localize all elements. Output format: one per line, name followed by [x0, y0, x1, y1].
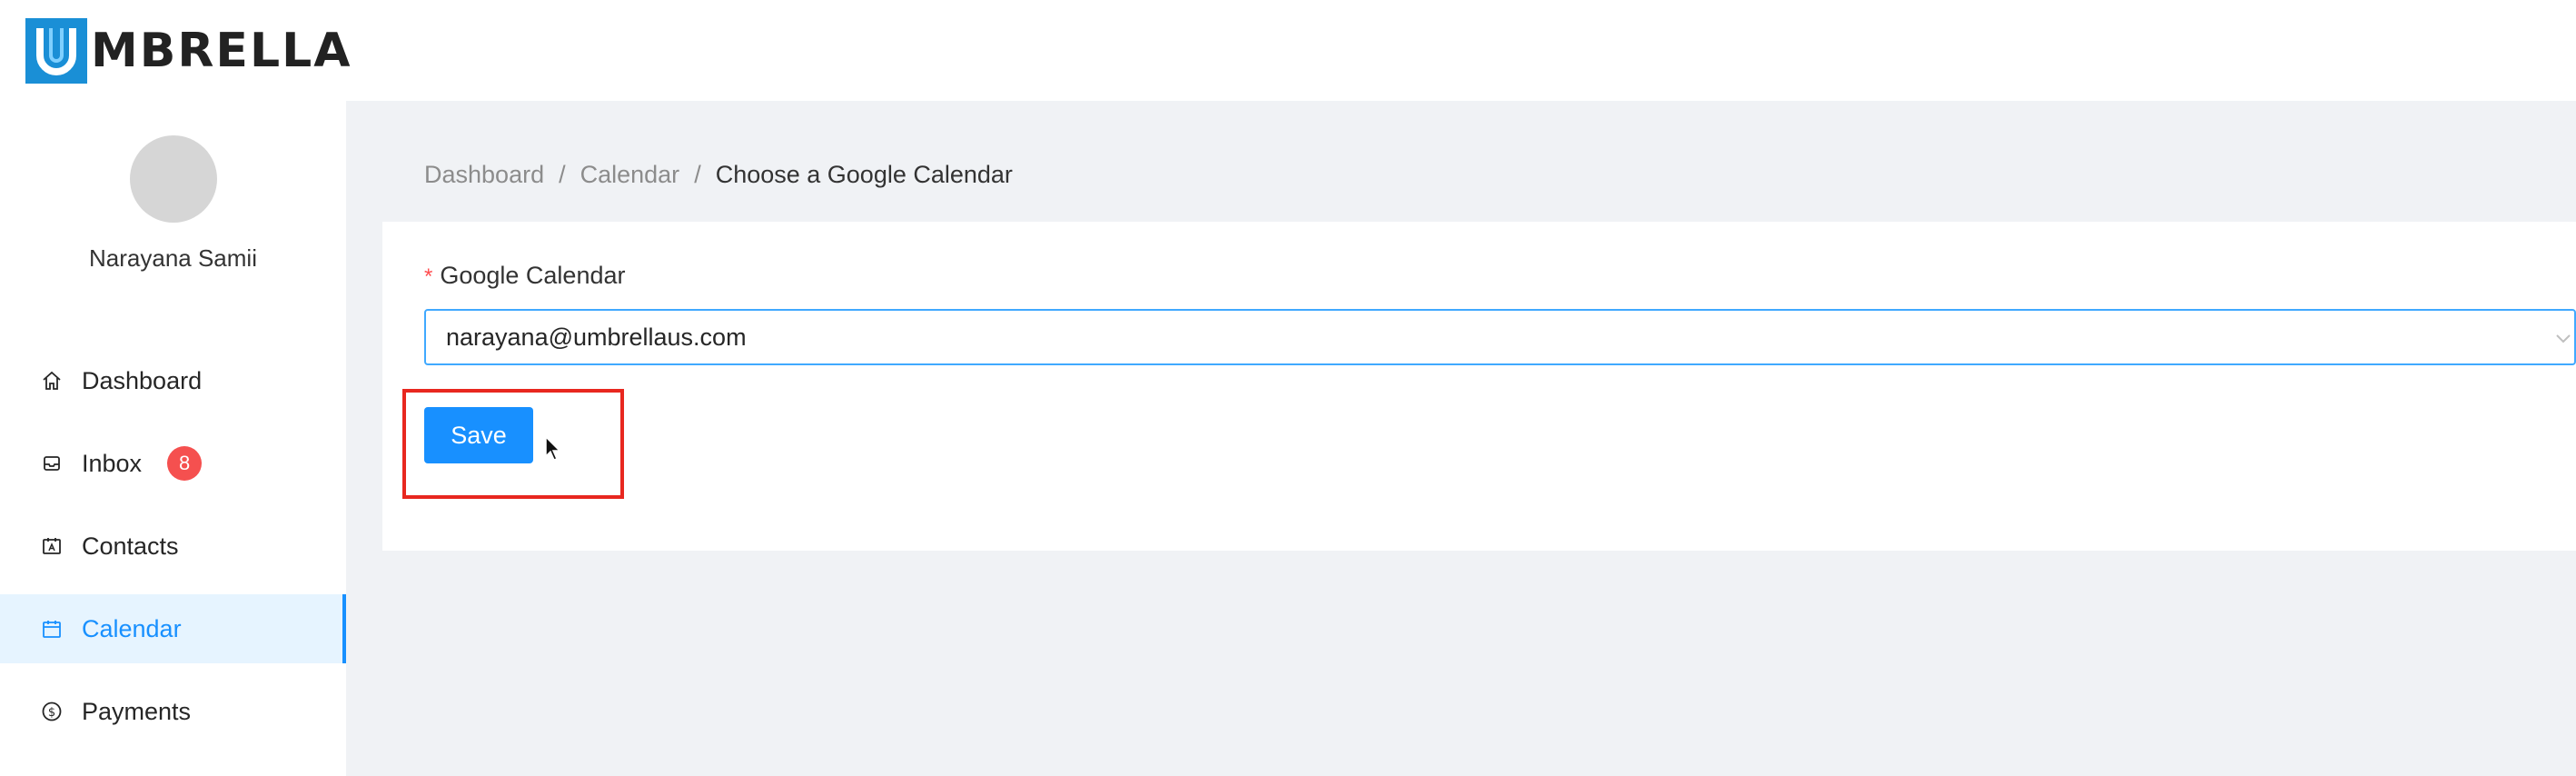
inbox-count-badge: 8 [167, 446, 203, 481]
dollar-icon: $ [40, 700, 64, 723]
sidebar-item-inbox[interactable]: Inbox 8 [0, 429, 346, 498]
sidebar-item-dashboard[interactable]: Dashboard [0, 346, 346, 415]
sidebar-item-label: Payments [82, 697, 192, 725]
sidebar-item-contacts[interactable]: Contacts [0, 512, 346, 581]
sidebar-item-calendar[interactable]: Calendar [0, 594, 346, 663]
svg-text:$: $ [48, 706, 55, 720]
google-calendar-label-text: Google Calendar [440, 262, 626, 289]
avatar[interactable] [130, 135, 217, 223]
breadcrumb-calendar[interactable]: Calendar [580, 161, 680, 189]
google-calendar-label: * Google Calendar [424, 262, 625, 290]
calendar-icon [40, 617, 64, 641]
sidebar-item-label: Inbox [82, 449, 143, 477]
umbrella-logo[interactable]: MBRELLA [25, 16, 352, 85]
breadcrumb-separator: / [559, 161, 566, 188]
highlight-box [402, 389, 624, 499]
sidebar: Narayana Samii Dashboard Inbox 8 Contact… [0, 101, 346, 776]
google-calendar-selected-value: narayana@umbrellaus.com [446, 323, 747, 351]
chevron-down-icon[interactable] [2552, 327, 2574, 349]
breadcrumb-separator: / [694, 161, 701, 188]
breadcrumb-current-page: Choose a Google Calendar [715, 161, 1013, 188]
mouse-cursor-icon [545, 435, 561, 462]
contacts-icon [40, 534, 64, 558]
user-name: Narayana Samii [89, 244, 257, 272]
breadcrumb: Dashboard / Calendar / Choose a Google C… [424, 161, 1013, 189]
main-content: Dashboard / Calendar / Choose a Google C… [346, 101, 2576, 776]
home-icon [40, 369, 64, 393]
app-header: MBRELLA [0, 0, 2576, 101]
umbrella-logo-mark [25, 17, 87, 84]
breadcrumb-dashboard[interactable]: Dashboard [424, 161, 544, 189]
required-mark: * [424, 264, 433, 289]
inbox-icon [40, 452, 64, 475]
sidebar-item-label: Calendar [82, 614, 182, 642]
logo-wordmark: MBRELLA [91, 23, 352, 78]
sidebar-item-label: Contacts [82, 532, 179, 560]
google-calendar-select[interactable]: narayana@umbrellaus.com [424, 309, 2576, 365]
sidebar-item-payments[interactable]: $ Payments [0, 677, 346, 746]
sidebar-item-label: Dashboard [82, 366, 203, 394]
calendar-form-card: * Google Calendar narayana@umbrellaus.com… [382, 222, 2576, 551]
